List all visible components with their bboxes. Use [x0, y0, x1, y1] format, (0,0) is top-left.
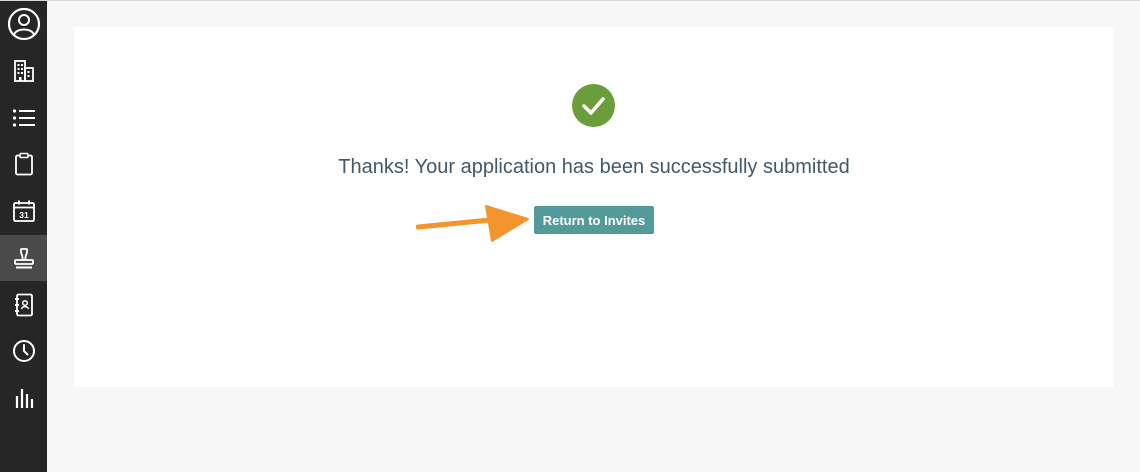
annotation-arrow-icon [416, 205, 529, 242]
stamp-icon [13, 248, 34, 269]
clipboard-icon [14, 152, 33, 176]
sidebar-item-clipboard[interactable] [0, 141, 47, 187]
confirmation-panel: Thanks! Your application has been succes… [74, 27, 1114, 387]
clock-icon [12, 340, 35, 362]
check-circle-icon [572, 84, 615, 127]
building-icon [13, 60, 34, 82]
sidebar-item-companies[interactable] [0, 48, 47, 94]
list-icon [12, 109, 35, 127]
sidebar-item-history[interactable] [0, 328, 47, 374]
user-circle-icon [7, 7, 40, 41]
app-window: 31 Thanks! Your application has been suc… [0, 0, 1140, 472]
bar-chart-icon [15, 389, 33, 408]
address-book-icon [14, 293, 33, 317]
sidebar-item-applications[interactable] [0, 235, 47, 281]
calendar-icon: 31 [12, 200, 35, 222]
sidebar-item-profile[interactable] [0, 1, 47, 47]
sidebar-item-reports[interactable] [0, 375, 47, 421]
sidebar-item-contacts[interactable] [0, 282, 47, 328]
return-to-invites-button[interactable]: Return to Invites [534, 206, 654, 234]
sidebar-item-list[interactable] [0, 95, 47, 141]
sidebar-item-calendar[interactable]: 31 [0, 188, 47, 234]
calendar-day-label: 31 [19, 210, 29, 220]
sidebar-nav: 31 [0, 1, 47, 472]
success-message: Thanks! Your application has been succes… [338, 156, 850, 178]
